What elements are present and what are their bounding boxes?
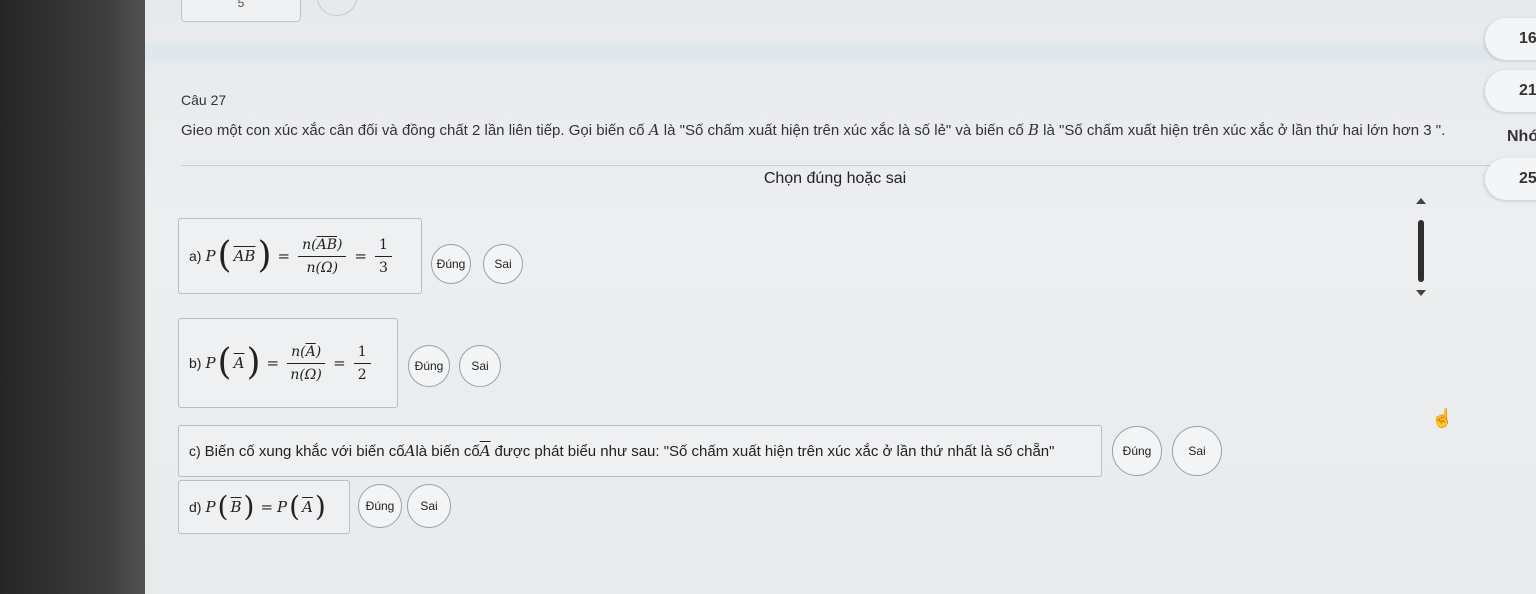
question-navigator: 16 21 Nhóm 25 xyxy=(1485,0,1536,594)
option-a-false-button[interactable]: Sai xyxy=(483,244,523,284)
scrollbar[interactable] xyxy=(1409,198,1433,298)
left-bezel xyxy=(0,0,150,594)
option-b-statement: b) P (A) = n(A) n(Ω) = 1 2 xyxy=(178,318,398,408)
option-c-true-button[interactable]: Đúng xyxy=(1112,426,1162,476)
scroll-up-arrow-icon[interactable] xyxy=(1416,198,1426,204)
nav-question-16[interactable]: 16 xyxy=(1485,18,1536,60)
previous-answer-box[interactable]: 5 xyxy=(181,0,301,22)
fraction-value: 1 2 xyxy=(353,344,371,383)
fraction-value: 1 3 xyxy=(375,237,392,276)
option-b-true-button[interactable]: Đúng xyxy=(408,345,450,387)
fraction: n(AB) n(Ω) xyxy=(298,237,347,276)
option-a-statement: a) P (AB) = n(AB) n(Ω) = 1 3 xyxy=(178,218,422,294)
hand-cursor-icon: ☝ xyxy=(1431,408,1454,428)
option-d-statement: d) P (B) = P (A) xyxy=(178,480,350,534)
scroll-thumb[interactable] xyxy=(1418,220,1424,282)
option-d-false-button[interactable]: Sai xyxy=(407,484,451,528)
previous-option-circle[interactable] xyxy=(317,0,357,16)
nav-question-25[interactable]: 25 xyxy=(1485,158,1536,200)
fraction: n(A) n(Ω) xyxy=(287,344,326,383)
option-b-false-button[interactable]: Sai xyxy=(459,345,501,387)
quiz-screen: 5 Câu 27 Gieo một con xúc xắc cân đối và… xyxy=(145,0,1536,594)
instruction-label: Chọn đúng hoặc sai xyxy=(763,170,907,187)
previous-answer-value: 5 xyxy=(237,0,245,10)
nav-group-label: Nhóm xyxy=(1507,128,1536,145)
option-d-true-button[interactable]: Đúng xyxy=(358,484,402,528)
question-number: Câu 27 xyxy=(181,92,227,108)
option-c-statement: c) Biến cố xung khắc với biến cố A là bi… xyxy=(178,425,1102,477)
question-text: Gieo một con xúc xắc cân đối và đồng chấ… xyxy=(181,121,1446,139)
option-a-true-button[interactable]: Đúng xyxy=(431,244,471,284)
scroll-down-arrow-icon[interactable] xyxy=(1416,290,1426,296)
option-c-false-button[interactable]: Sai xyxy=(1172,426,1222,476)
nav-question-21[interactable]: 21 xyxy=(1485,70,1536,112)
header-bar xyxy=(145,44,1536,60)
section-divider xyxy=(181,165,1491,166)
